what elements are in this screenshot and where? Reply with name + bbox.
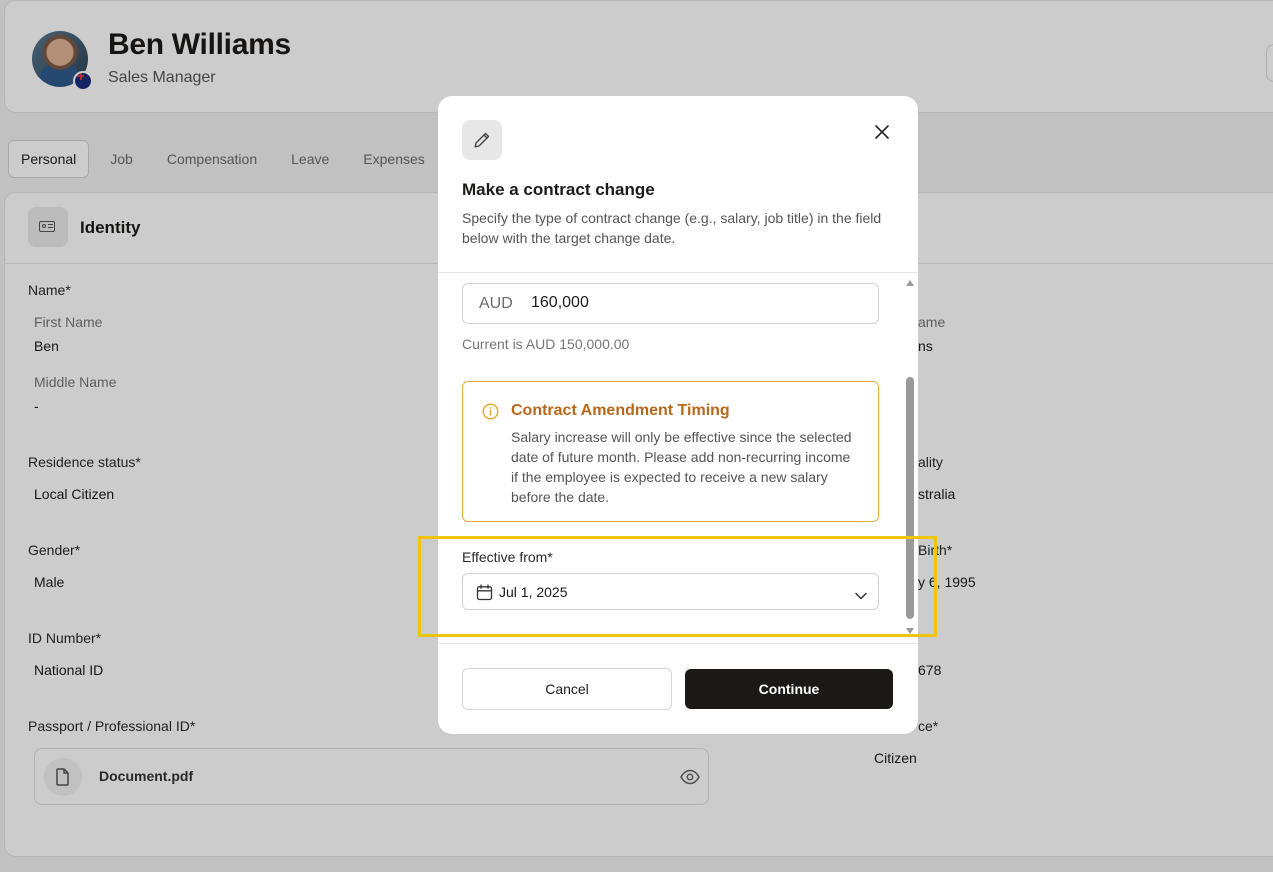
scroll-down-arrow-icon[interactable] bbox=[906, 628, 914, 634]
effective-from-label: Effective from* bbox=[462, 549, 553, 565]
contract-change-dialog: Make a contract change Specify the type … bbox=[438, 96, 918, 734]
current-salary-note: Current is AUD 150,000.00 bbox=[462, 336, 630, 352]
dialog-title: Make a contract change bbox=[462, 180, 655, 199]
scrollbar-thumb[interactable] bbox=[906, 377, 914, 619]
effective-date-value: Jul 1, 2025 bbox=[499, 584, 568, 600]
pencil-icon bbox=[462, 120, 502, 160]
chevron-down-icon bbox=[855, 587, 867, 605]
scroll-up-arrow-icon[interactable] bbox=[906, 280, 914, 286]
timing-alert: Contract Amendment Timing Salary increas… bbox=[462, 381, 879, 522]
salary-amount-input[interactable] bbox=[531, 292, 851, 314]
info-icon bbox=[482, 403, 499, 425]
continue-button[interactable]: Continue bbox=[685, 669, 893, 709]
dialog-footer-divider bbox=[438, 643, 918, 644]
salary-amount-field[interactable]: AUD bbox=[462, 283, 879, 324]
close-icon[interactable] bbox=[870, 120, 894, 144]
calendar-icon bbox=[476, 584, 493, 606]
dialog-scrollbar[interactable] bbox=[904, 277, 916, 638]
dialog-divider bbox=[438, 272, 918, 273]
cancel-button[interactable]: Cancel bbox=[462, 668, 672, 710]
alert-body: Salary increase will only be effective s… bbox=[511, 429, 852, 505]
effective-date-select[interactable]: Jul 1, 2025 bbox=[462, 573, 879, 610]
currency-label: AUD bbox=[479, 295, 513, 312]
alert-title: Contract Amendment Timing bbox=[511, 402, 730, 419]
dialog-description: Specify the type of contract change (e.g… bbox=[462, 210, 882, 246]
